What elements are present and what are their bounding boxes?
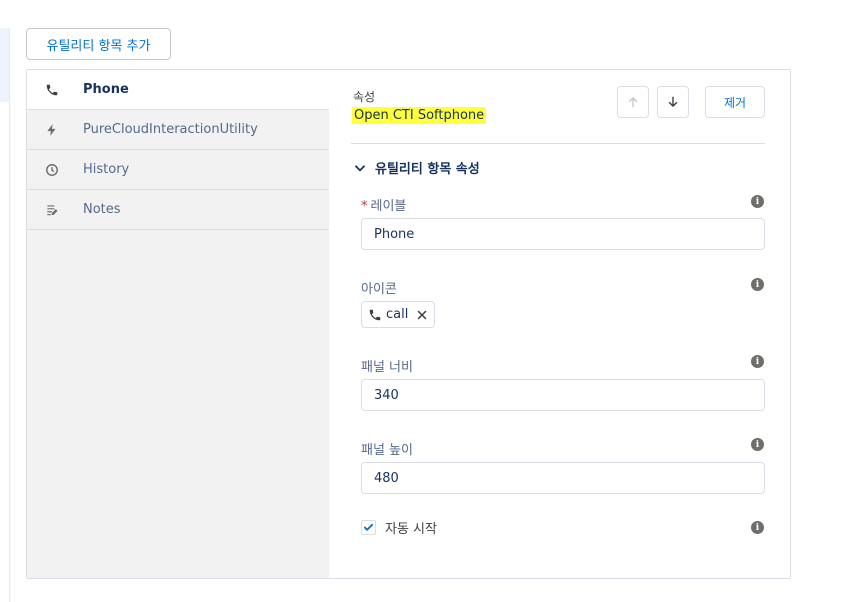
- utility-item-notes[interactable]: Notes: [27, 190, 329, 230]
- utility-item-phone[interactable]: Phone: [27, 70, 329, 110]
- arrow-down-icon: [668, 96, 678, 107]
- autostart-label: 자동 시작: [385, 522, 437, 537]
- bolt-icon: [45, 123, 59, 137]
- info-icon[interactable]: i: [751, 521, 764, 534]
- icon-pill-label: call: [386, 307, 409, 322]
- remove-button[interactable]: 제거: [705, 86, 765, 118]
- properties-eyebrow: 속성: [353, 90, 376, 104]
- utility-item-properties: 속성 Open CTI Softphone 제거 유틸리티 항목 속성 * 레이블…: [329, 70, 790, 578]
- left-rail: [0, 28, 10, 602]
- utility-item-purecloud[interactable]: PureCloudInteractionUtility: [27, 110, 329, 150]
- move-up-button[interactable]: [617, 86, 649, 118]
- required-mark: *: [361, 199, 368, 214]
- panel-height-label: 패널 높이: [361, 443, 413, 458]
- phone-icon: [368, 308, 382, 322]
- icon-pill[interactable]: call: [361, 301, 436, 328]
- info-icon[interactable]: i: [751, 195, 764, 208]
- phone-icon: [45, 83, 59, 97]
- icon-field-label: 아이콘: [361, 282, 397, 297]
- notes-icon: [45, 203, 59, 217]
- clock-icon: [45, 163, 59, 177]
- label-input[interactable]: [361, 218, 765, 250]
- divider: [351, 143, 765, 144]
- utility-item-history[interactable]: History: [27, 150, 329, 190]
- utility-item-label: Notes: [83, 202, 121, 217]
- info-icon[interactable]: i: [751, 438, 764, 451]
- panel-height-input[interactable]: [361, 462, 765, 494]
- add-utility-item-button[interactable]: 유틸리티 항목 추가: [26, 28, 171, 60]
- chevron-down-icon: [353, 161, 367, 175]
- arrow-up-icon: [628, 97, 638, 108]
- label-field-text: 레이블: [370, 199, 407, 214]
- section-title: 유틸리티 항목 속성: [375, 162, 480, 177]
- utility-item-label: PureCloudInteractionUtility: [83, 122, 258, 137]
- panel-width-input[interactable]: [361, 379, 765, 411]
- panel-width-label: 패널 너비: [361, 360, 413, 375]
- close-icon[interactable]: [414, 307, 430, 323]
- section-toggle[interactable]: 유틸리티 항목 속성: [353, 158, 480, 177]
- utility-items-panel: Phone PureCloudInteractionUtility Histor…: [26, 69, 791, 579]
- utility-item-label: History: [83, 162, 130, 177]
- label-field-label: * 레이블: [361, 195, 406, 214]
- properties-title: Open CTI Softphone: [352, 107, 487, 124]
- info-icon[interactable]: i: [751, 278, 764, 291]
- utility-item-list: Phone PureCloudInteractionUtility Histor…: [27, 70, 329, 578]
- info-icon[interactable]: i: [751, 355, 764, 368]
- autostart-checkbox[interactable]: [361, 520, 376, 535]
- checkmark-icon: [363, 523, 374, 531]
- utility-item-label: Phone: [83, 82, 129, 97]
- left-rail-accent: [0, 28, 9, 102]
- move-down-button[interactable]: [657, 86, 689, 118]
